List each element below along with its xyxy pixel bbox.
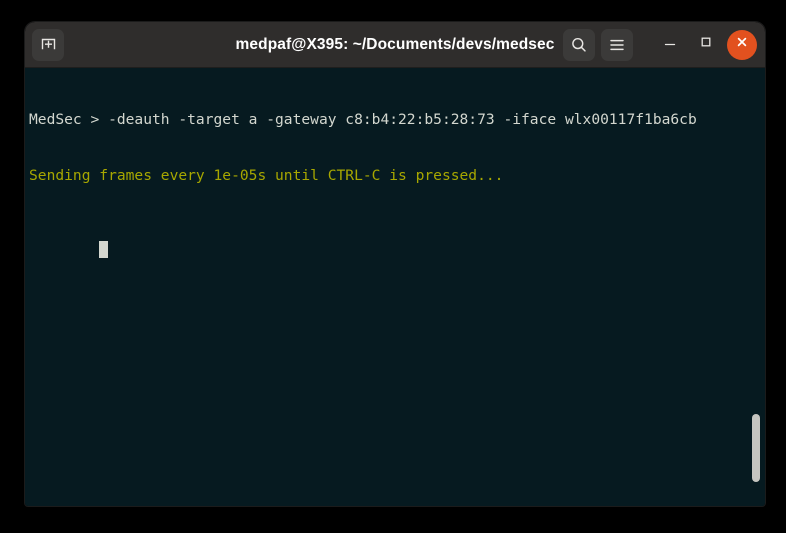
- terminal-scrollbar[interactable]: [749, 68, 763, 506]
- close-button[interactable]: [727, 29, 757, 60]
- titlebar-left-group: [32, 28, 64, 61]
- new-tab-button[interactable]: [32, 28, 64, 61]
- maximize-button[interactable]: [691, 30, 721, 60]
- terminal-cursor-line: [29, 223, 765, 259]
- window-titlebar[interactable]: medpaf@X395: ~/Documents/devs/medsec: [25, 22, 765, 68]
- hamburger-menu-icon: [608, 36, 626, 54]
- terminal-window: medpaf@X395: ~/Documents/devs/medsec Med…: [25, 22, 765, 506]
- scrollbar-thumb[interactable]: [752, 414, 760, 482]
- block-cursor: [99, 241, 109, 259]
- terminal-line-command: MedSec > -deauth -target a -gateway c8:b…: [29, 111, 697, 129]
- minimize-button[interactable]: [655, 30, 685, 60]
- hamburger-menu-button[interactable]: [601, 28, 633, 61]
- search-icon: [570, 36, 588, 54]
- maximize-icon: [698, 34, 714, 55]
- terminal-line-status: Sending frames every 1e-05s until CTRL-C…: [29, 166, 504, 184]
- search-button[interactable]: [563, 28, 595, 61]
- minimize-icon: [662, 34, 678, 55]
- terminal-screen[interactable]: MedSec > -deauth -target a -gateway c8:b…: [25, 68, 765, 506]
- close-icon: [735, 35, 749, 54]
- titlebar-right-group: [563, 28, 757, 61]
- new-tab-icon: [40, 36, 57, 53]
- terminal-output: MedSec > -deauth -target a -gateway c8:b…: [29, 74, 765, 279]
